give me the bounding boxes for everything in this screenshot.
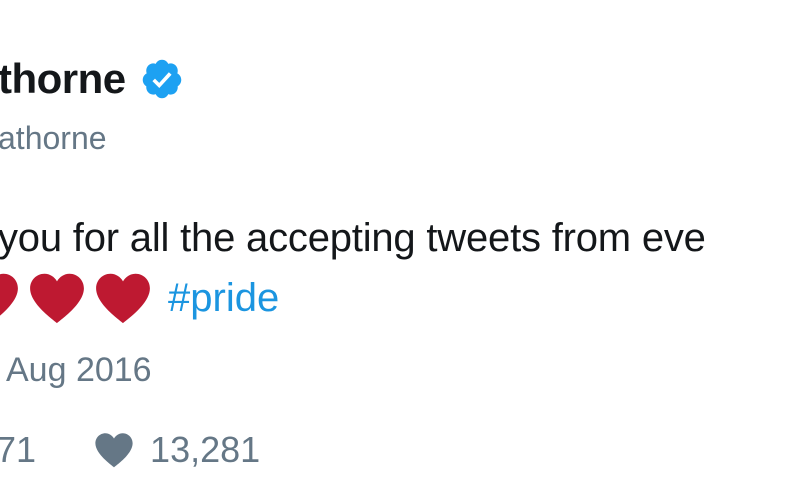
- display-name[interactable]: thorne: [0, 58, 126, 100]
- user-handle[interactable]: athorne: [0, 122, 107, 154]
- retweet-count[interactable]: 71: [0, 432, 36, 468]
- red-heart-icon: [0, 273, 18, 316]
- verified-badge-icon: [142, 59, 181, 99]
- red-heart-icon: [96, 273, 150, 324]
- tweet-emoji-row: #pride: [0, 272, 279, 324]
- heart-icon[interactable]: [94, 432, 134, 468]
- red-heart-icon: [30, 273, 84, 324]
- tweet-card: thorne athorne you for all the accepting…: [0, 0, 800, 503]
- tweet-text: you for all the accepting tweets from ev…: [0, 216, 706, 260]
- tweet-date[interactable]: Aug 2016: [6, 353, 152, 387]
- like-count[interactable]: 13,281: [150, 432, 260, 468]
- author-row: thorne: [0, 57, 184, 101]
- hashtag-link[interactable]: #pride: [168, 278, 279, 318]
- tweet-stats: 71 13,281: [0, 432, 260, 468]
